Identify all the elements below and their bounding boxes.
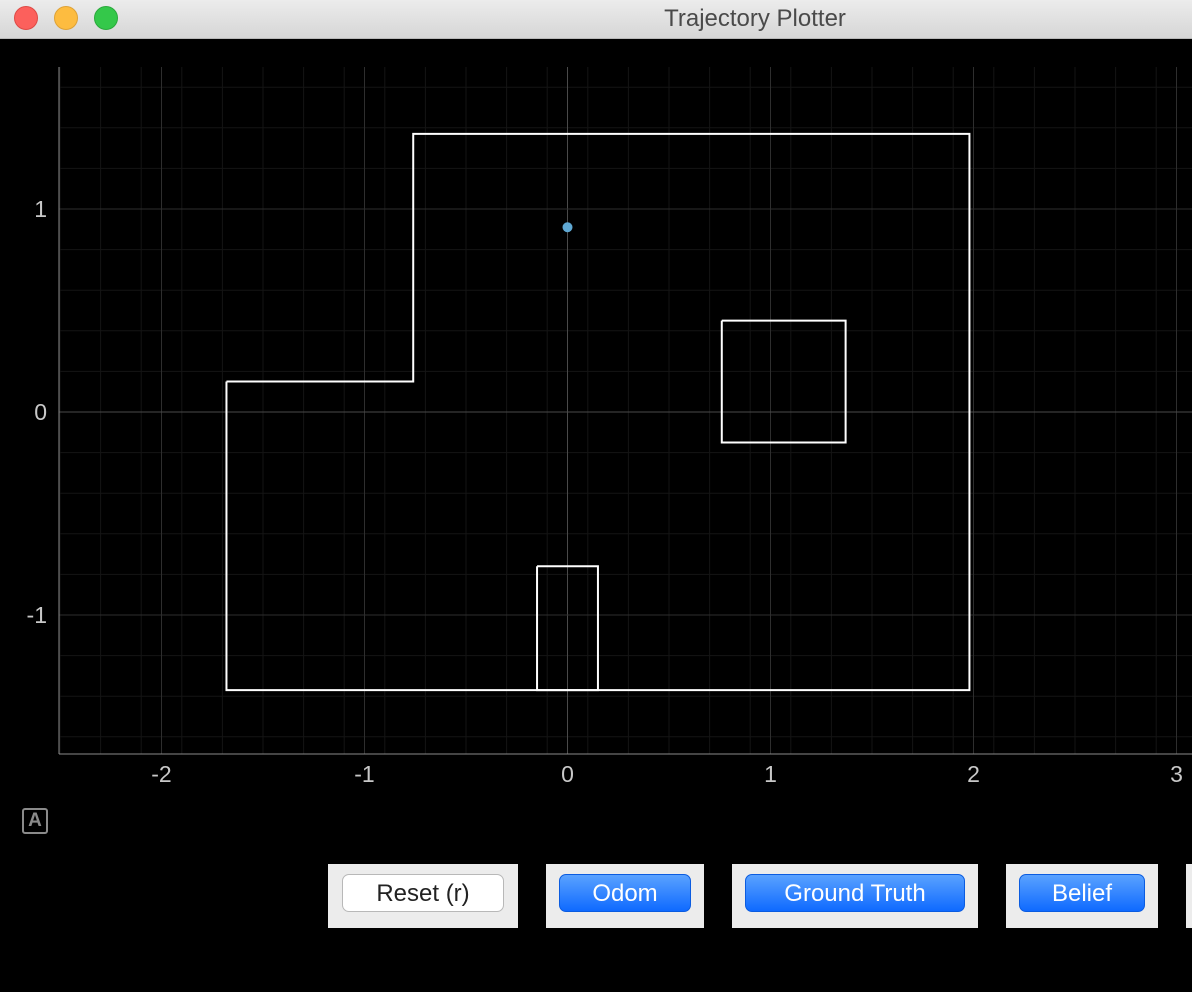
x-tick-label: 3	[1170, 761, 1183, 787]
belief-button[interactable]: Belief	[1019, 874, 1145, 912]
robot-position-point	[562, 222, 573, 233]
belief-panel: Belief	[1006, 864, 1158, 928]
autoscale-icon[interactable]: A	[22, 808, 48, 834]
y-tick-label: -1	[27, 602, 47, 628]
trajectory-plot[interactable]: -2 -1 0 1 2 3 1 0 -1	[0, 40, 1192, 830]
x-tick-label: 2	[967, 761, 980, 787]
plot-area[interactable]: -2 -1 0 1 2 3 1 0 -1 A	[0, 40, 1192, 834]
reset-button[interactable]: Reset (r)	[342, 874, 504, 912]
odom-button[interactable]: Odom	[559, 874, 691, 912]
x-tick-label: 0	[561, 761, 574, 787]
reset-panel: Reset (r)	[328, 864, 518, 928]
x-tick-label: -1	[354, 761, 374, 787]
extra-panel	[1186, 864, 1192, 928]
y-tick-label: 1	[34, 196, 47, 222]
ground-truth-panel: Ground Truth	[732, 864, 978, 928]
obstacle-wall	[720, 319, 847, 444]
x-tick-label: 1	[764, 761, 777, 787]
x-tick-label: -2	[151, 761, 171, 787]
odom-panel: Odom	[546, 864, 704, 928]
title-bar: Trajectory Plotter	[0, 0, 1192, 39]
ground-truth-button[interactable]: Ground Truth	[745, 874, 965, 912]
y-tick-label: 0	[34, 399, 47, 425]
window-title: Trajectory Plotter	[664, 5, 846, 32]
